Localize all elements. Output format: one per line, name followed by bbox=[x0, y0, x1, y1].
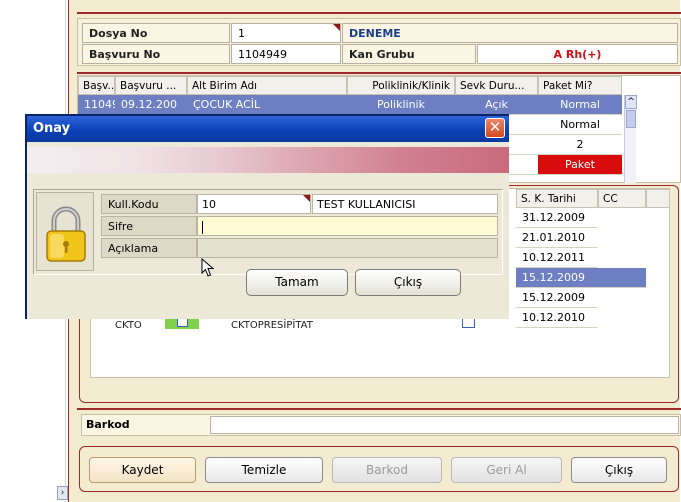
barkod-row: Barkod bbox=[81, 414, 681, 436]
barkod-divider bbox=[77, 408, 681, 410]
onay-dialog: Onay ✕ Kull.Kodu 10 TEST KULLANICISI Sif… bbox=[25, 114, 509, 319]
lookup-marker-icon bbox=[333, 24, 340, 31]
chevron-up-icon[interactable]: ^ bbox=[625, 95, 637, 109]
patient-header: Dosya No 1 DENEME Başvuru No 1104949 Kan… bbox=[77, 18, 681, 66]
geri-al-button[interactable]: Geri Al bbox=[451, 457, 562, 483]
kull-kodu-field[interactable]: 10 bbox=[197, 194, 311, 214]
table-cell[interactable]: Poliklinik bbox=[347, 95, 455, 115]
table-cell[interactable]: Normal bbox=[538, 115, 622, 135]
dosya-no-label: Dosya No bbox=[82, 23, 230, 43]
dosya-no-value: 1 bbox=[238, 27, 245, 40]
table-cell[interactable]: 1104949 bbox=[78, 95, 115, 115]
kull-kodu-label: Kull.Kodu bbox=[101, 194, 197, 214]
kaydet-button[interactable]: Kaydet bbox=[89, 457, 196, 483]
barkod-input[interactable] bbox=[210, 416, 679, 434]
aciklama-input[interactable] bbox=[197, 238, 498, 258]
basvuru-no-field[interactable]: 1104949 bbox=[231, 44, 341, 64]
cikis-button[interactable]: Çıkış bbox=[571, 457, 667, 483]
table-cell[interactable]: 09.12.200 bbox=[115, 95, 187, 115]
basvuru-no-label: Başvuru No bbox=[82, 44, 230, 64]
col-header[interactable]: Poliklinik/Klinik bbox=[347, 76, 455, 95]
scrollbar-thumb[interactable] bbox=[626, 110, 636, 128]
col-header[interactable]: S. K. Tarihi bbox=[516, 189, 598, 208]
dosya-no-field[interactable]: 1 bbox=[231, 23, 341, 43]
dialog-body: Kull.Kodu 10 TEST KULLANICISI Sifre Açık… bbox=[27, 142, 509, 319]
col-header[interactable]: Sevk Duru... bbox=[455, 76, 538, 95]
chevron-right-icon[interactable]: › bbox=[57, 486, 68, 500]
kan-grubu-label: Kan Grubu bbox=[342, 44, 476, 64]
patient-name: DENEME bbox=[342, 23, 678, 43]
tamam-button[interactable]: Tamam bbox=[246, 269, 348, 296]
dialog-banner bbox=[27, 147, 509, 173]
kull-kodu-value: 10 bbox=[202, 198, 216, 211]
table-cell[interactable] bbox=[598, 268, 646, 288]
dialog-titlebar[interactable]: Onay ✕ bbox=[27, 116, 509, 142]
action-panel: Kaydet Temizle Barkod Geri Al Çıkış bbox=[79, 446, 679, 492]
table-cell[interactable]: 10.12.2010 bbox=[516, 308, 598, 328]
mouse-cursor-icon bbox=[201, 258, 215, 277]
table-cell[interactable]: Paket bbox=[538, 155, 622, 175]
table-cell[interactable]: 2 bbox=[538, 135, 622, 155]
table-cell[interactable]: Normal bbox=[538, 95, 622, 115]
table-cell[interactable]: 10.12.2011 bbox=[516, 248, 598, 268]
table-cell[interactable]: Açık bbox=[455, 95, 538, 115]
partial-row-code: CKTO bbox=[115, 320, 142, 331]
kan-grubu-value: A Rh(+) bbox=[477, 44, 678, 64]
close-icon[interactable]: ✕ bbox=[485, 118, 505, 138]
sifre-label: Sifre bbox=[101, 216, 197, 236]
grid-divider bbox=[77, 72, 681, 74]
col-header[interactable]: Alt Birim Adı bbox=[187, 76, 347, 95]
col-header[interactable]: Paket Mi? bbox=[538, 76, 622, 95]
col-header[interactable]: Başvuru ... bbox=[115, 76, 187, 95]
table-cell[interactable]: ÇOCUK ACİL bbox=[187, 95, 347, 115]
dialog-title: Onay bbox=[33, 121, 71, 136]
vertical-scrollbar[interactable]: ^ bbox=[624, 95, 637, 183]
lookup-marker-icon bbox=[303, 195, 310, 202]
text-caret bbox=[202, 220, 203, 234]
table-cell[interactable]: 15.12.2009 bbox=[516, 288, 598, 308]
dialog-cikis-button[interactable]: Çıkış bbox=[355, 269, 461, 296]
lock-icon bbox=[46, 206, 86, 262]
top-divider bbox=[77, 12, 681, 14]
col-header bbox=[646, 189, 670, 208]
partial-row-name: CKTOPRESİPİTAT bbox=[231, 320, 313, 331]
aciklama-label: Açıklama bbox=[101, 238, 197, 258]
col-header[interactable]: CC bbox=[598, 189, 646, 208]
barkod-button[interactable]: Barkod bbox=[332, 457, 442, 483]
table-cell[interactable]: 21.01.2010 bbox=[516, 228, 598, 248]
sifre-input[interactable] bbox=[197, 216, 498, 236]
temizle-button[interactable]: Temizle bbox=[205, 457, 323, 483]
lock-icon-box bbox=[36, 192, 94, 271]
table-cell[interactable]: 15.12.2009 bbox=[516, 268, 598, 288]
table-cell[interactable]: 31.12.2009 bbox=[516, 208, 598, 228]
kullanici-name: TEST KULLANICISI bbox=[312, 194, 498, 214]
barkod-label: Barkod bbox=[86, 418, 130, 431]
col-header[interactable]: Başv... bbox=[78, 76, 115, 95]
